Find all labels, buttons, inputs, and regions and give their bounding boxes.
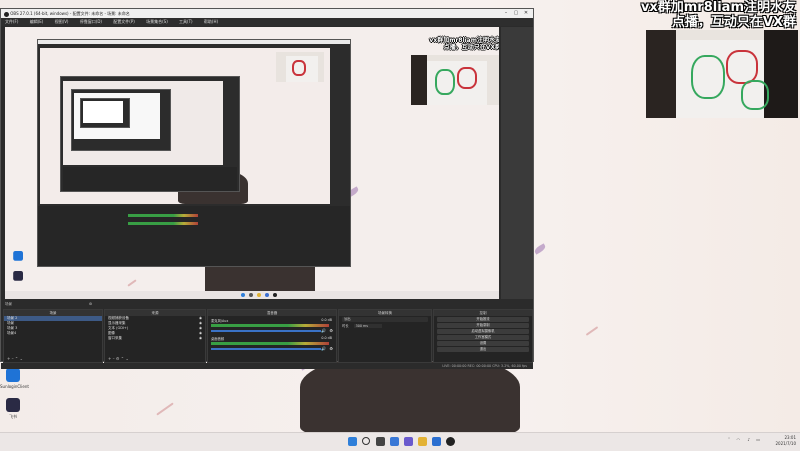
move-down-icon[interactable]: ⌄ (125, 356, 128, 361)
maximize-icon[interactable]: ▢ (511, 9, 521, 18)
transition-select[interactable]: 淡出 (342, 317, 428, 322)
desktop-icon-sunlogin[interactable]: SunloginClient (0, 368, 29, 389)
windows-start-icon[interactable] (348, 437, 357, 446)
gear-icon[interactable]: ⚙ (89, 300, 92, 308)
volume-icon[interactable]: ♪ (747, 437, 750, 443)
nested-preview-1 (37, 39, 351, 267)
remove-icon[interactable]: – (113, 356, 115, 361)
obs-icon[interactable] (446, 437, 455, 446)
window-title-bar[interactable]: OBS 27.0.1 (64-bit, windows) - 配置文件: 未命名… (1, 9, 533, 18)
minimize-icon[interactable]: – (501, 9, 511, 18)
search-icon[interactable] (362, 437, 370, 445)
battery-icon[interactable]: ▭ (756, 437, 760, 443)
scene-item[interactable]: 场景4 (4, 331, 102, 336)
add-icon[interactable]: + (108, 356, 111, 361)
speaker-icon[interactable]: 🔊 (321, 328, 326, 333)
mixer-channel-name: 麦克风/Aux (211, 319, 229, 323)
scenes-toolbar: + – ⌃ ⌄ (7, 356, 23, 361)
move-up-icon[interactable]: ⌃ (121, 356, 124, 361)
webcam-overlay (646, 30, 798, 118)
system-tray: ˄ ◠ ♪ ▭ 23:01 2021/7/10 (728, 435, 796, 447)
menu-edit[interactable]: 编辑(E) (30, 19, 44, 24)
preview-canvas[interactable]: vx群加mr8liam注明水友 点播，互动只在VX群 (5, 27, 499, 299)
file-explorer-icon[interactable] (418, 437, 427, 446)
settings-button[interactable]: 设置 (437, 341, 529, 346)
widgets-icon[interactable] (390, 437, 399, 446)
close-icon[interactable]: ✕ (521, 9, 531, 18)
move-up-icon[interactable]: ⌃ (15, 356, 18, 361)
audio-mixer-dock: 混音器 麦克风/Aux 0.0 dB 🔊 ⚙ 桌面音频 0.0 dB 🔊 ⚙ (207, 309, 337, 363)
dock-header-bar: 场景 ⚙ (1, 300, 533, 308)
settings-icon[interactable]: ⚙ (116, 356, 120, 361)
mixer-channel-db: 0.0 dB (321, 336, 332, 340)
source-item[interactable]: 窗口采集 ◉ (105, 336, 205, 341)
status-text: LIVE: 00:00:00 REC: 00:00:00 CPU: 3.2%, … (442, 364, 527, 368)
start-recording-button[interactable]: 开始录制 (437, 323, 529, 328)
preview-webcam (411, 55, 499, 105)
preview-taskbar (5, 291, 499, 299)
preview-side-margin (501, 27, 533, 299)
duration-input[interactable]: 300 ms (353, 324, 382, 328)
preview-overlay-text: vx群加mr8liam注明水友 点播，互动只在VX群 (429, 37, 499, 51)
clock[interactable]: 23:01 2021/7/10 (766, 435, 796, 447)
remove-icon[interactable]: – (12, 356, 14, 361)
speaker-icon[interactable]: 🔊 (321, 346, 326, 351)
task-view-icon[interactable] (376, 437, 385, 446)
start-streaming-button[interactable]: 开始推流 (437, 317, 529, 322)
menu-profile[interactable]: 配置文件(P) (113, 19, 135, 24)
remote-icon (6, 368, 20, 382)
transitions-dock-title: 场景转换 (339, 310, 431, 316)
transition-duration-row: 时长 300 ms (339, 323, 431, 328)
mixer-dock-title: 混音器 (208, 310, 336, 316)
mixer-channel-db: 0.0 dB (321, 318, 332, 322)
controls-dock-title: 控制 (434, 310, 532, 316)
overlay-line-1: vx群加mr8liam注明水友 (640, 0, 796, 15)
network-icon[interactable]: ◠ (737, 437, 741, 443)
exit-button[interactable]: 退出 (437, 347, 529, 352)
mixer-channel-name: 桌面音频 (211, 337, 225, 341)
sources-toolbar: + – ⚙ ⌃ ⌄ (108, 356, 129, 361)
gear-icon[interactable]: ⚙ (329, 346, 333, 351)
menu-bar: 文件(F) 编辑(E) 视图(V) 停靠窗口(D) 配置文件(P) 场景集合(S… (1, 18, 533, 26)
desktop-icon-feishu[interactable]: 飞书 (0, 398, 26, 420)
status-bar: LIVE: 00:00:00 REC: 00:00:00 CPU: 3.2%, … (1, 363, 533, 369)
obs-logo-icon (4, 11, 9, 17)
chat-icon[interactable] (404, 437, 413, 446)
overlay-line-2: 点播，互动只在VX群 (671, 15, 796, 30)
menu-tools[interactable]: 工具(T) (179, 19, 193, 24)
studio-mode-button[interactable]: 工作室模式 (437, 335, 529, 340)
sources-dock: 来源 视频捕获设备 ◉ 显示器采集 ◉ 文本 (GDI+) ◉ 图像 ◉ 窗口采集 ◉ +… (104, 309, 206, 363)
volume-meter (211, 324, 329, 327)
scenes-label: 场景 (5, 302, 12, 306)
scene-transitions-dock: 场景转换 淡出 时长 300 ms (338, 309, 432, 363)
menu-view[interactable]: 视图(V) (55, 19, 69, 24)
scenes-dock: 场景 场景 2 场景 场景 3 场景4 + – ⌃ ⌄ (3, 309, 103, 363)
volume-slider[interactable] (211, 330, 321, 332)
taskbar: ˄ ◠ ♪ ▭ 23:01 2021/7/10 (0, 432, 800, 451)
obs-window[interactable]: OBS 27.0.1 (64-bit, windows) - 配置文件: 未命名… (0, 8, 534, 369)
volume-meter (211, 342, 329, 345)
app-icon (6, 398, 20, 412)
gear-icon[interactable]: ⚙ (329, 328, 333, 333)
menu-file[interactable]: 文件(F) (5, 19, 18, 24)
move-down-icon[interactable]: ⌄ (20, 356, 23, 361)
stream-overlay-text: vx群加mr8liam注明水友 点播，互动只在VX群 (641, 0, 796, 30)
clock-date: 2021/7/10 (775, 441, 796, 446)
store-icon[interactable] (432, 437, 441, 446)
eye-icon[interactable]: ◉ (199, 336, 202, 341)
menu-scene-collection[interactable]: 场景集合(S) (146, 19, 168, 24)
chevron-up-icon[interactable]: ˄ (728, 437, 730, 443)
menu-docks[interactable]: 停靠窗口(D) (80, 19, 102, 24)
duration-label: 时长 (342, 324, 349, 328)
add-icon[interactable]: + (7, 356, 10, 361)
controls-dock: 控制 开始推流 开始录制 启动虚拟摄像机 工作室模式 设置 退出 (433, 309, 533, 363)
start-virtual-camera-button[interactable]: 启动虚拟摄像机 (437, 329, 529, 334)
menu-help[interactable]: 帮助(H) (204, 19, 218, 24)
window-title: OBS 27.0.1 (64-bit, windows) - 配置文件: 未命名… (10, 11, 130, 16)
volume-slider[interactable] (211, 348, 321, 350)
